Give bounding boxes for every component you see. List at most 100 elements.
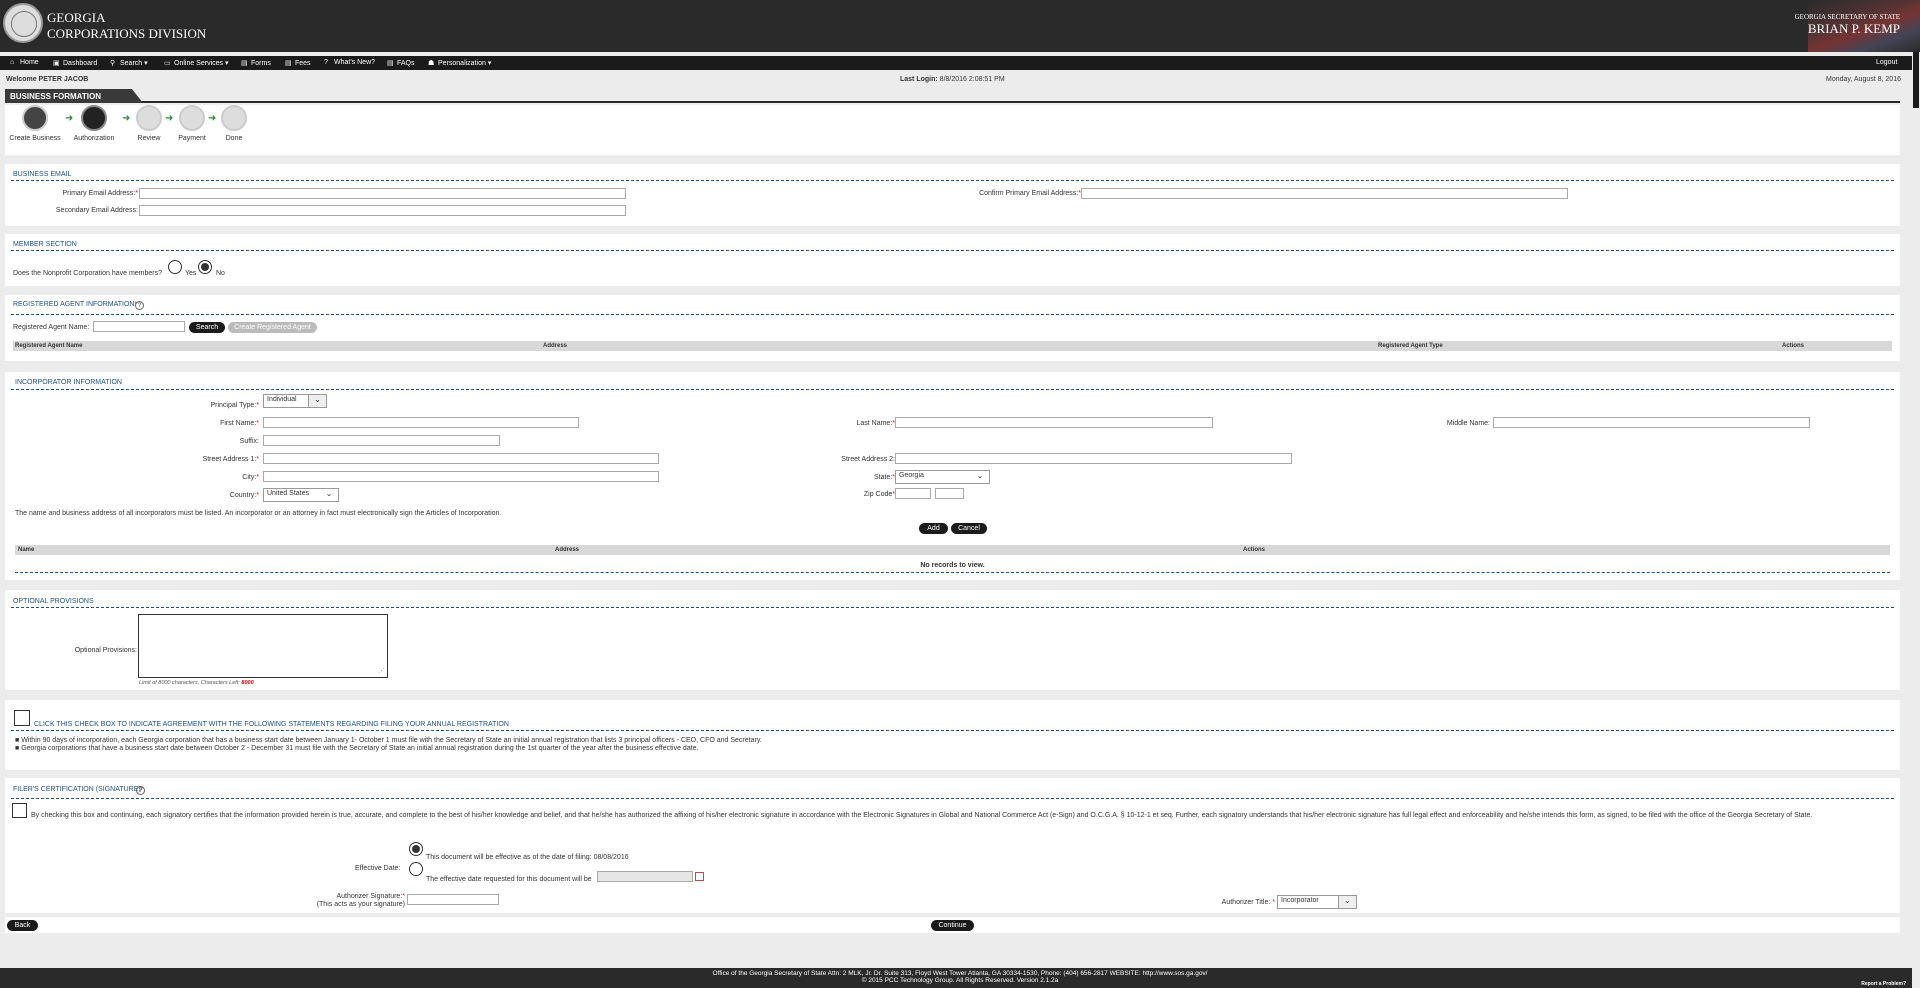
resize-handle-icon[interactable]: ⋰ <box>378 667 385 675</box>
logout-link[interactable]: Logout <box>1876 59 1897 66</box>
incorporator-note: The name and business address of all inc… <box>15 510 502 517</box>
site-footer: Office of the Georgia Secretary of State… <box>0 968 1920 988</box>
document-icon: ▤ <box>285 60 292 67</box>
agent-name-input[interactable] <box>93 321 185 332</box>
col-agent-type: Registered Agent Type <box>1378 343 1443 349</box>
page-scrollbar[interactable] <box>1912 52 1920 988</box>
continue-button[interactable]: Continue <box>931 920 974 931</box>
nav-faqs[interactable]: ▤ FAQs <box>387 59 415 67</box>
wizard-step-authorization: Authorization <box>64 105 124 142</box>
col-actions: Actions <box>1782 343 1805 349</box>
annual-bullet-2: ■ Georgia corporations that have a busin… <box>15 745 699 752</box>
header-title-line1: GEORGIA <box>47 10 106 25</box>
last-name-label: Last Name:* <box>856 420 895 427</box>
last-name-input[interactable] <box>895 417 1213 428</box>
action-bar: Back Continue <box>5 917 1900 933</box>
agent-name-label: Registered Agent Name: <box>13 324 90 331</box>
last-login: Last Login: 8/8/2016 2:08:51 PM <box>900 76 1005 83</box>
filer-certification-checkbox[interactable] <box>12 803 27 818</box>
primary-email-label: Primary Email Address:* <box>62 190 138 197</box>
effective-date-label: Effective Date: <box>355 865 401 872</box>
chevron-down-icon: ⌄ <box>320 489 338 501</box>
incorporator-panel: INCORPORATOR INFORMATION Principal Type:… <box>5 372 1900 580</box>
scrollbar-thumb[interactable] <box>1913 52 1919 108</box>
zip-ext-input[interactable] <box>935 488 964 499</box>
payment-icon <box>179 105 205 131</box>
state-select[interactable]: Georgia ⌄ <box>895 470 990 484</box>
street2-label: Street Address 2: <box>841 456 895 463</box>
optional-provisions-panel: OPTIONAL PROVISIONS Optional Provisions:… <box>5 590 1900 690</box>
char-limit-text: Limit of 8000 characters, Characters Lef… <box>139 680 254 686</box>
nav-home[interactable]: ⌂ Home <box>10 59 39 66</box>
effective-filing-date-radio[interactable] <box>409 842 423 856</box>
search-icon: ⚲ <box>110 60 116 67</box>
agent-search-button[interactable]: Search <box>189 322 225 333</box>
col-address: Address <box>543 343 568 349</box>
authorizer-signature-input[interactable] <box>407 894 499 905</box>
country-label: Country:* <box>229 492 259 499</box>
effective-option-1: This document will be effective as of th… <box>426 854 629 861</box>
question-icon: ? <box>324 59 328 66</box>
footer-address: Office of the Georgia Secretary of State… <box>712 970 1208 977</box>
secondary-email-input[interactable] <box>139 205 626 216</box>
user-icon: ☗ <box>428 60 435 67</box>
create-agent-button[interactable]: Create Registered Agent <box>228 322 317 333</box>
section-title: REGISTERED AGENT INFORMATION* <box>13 301 138 308</box>
suffix-input[interactable] <box>263 435 500 446</box>
nav-fees[interactable]: ▤ Fees <box>285 59 311 67</box>
sos-label: GEORGIA SECRETARY OF STATE <box>1794 13 1900 21</box>
nav-whats-new[interactable]: ? What's New? <box>324 59 375 66</box>
seal-icon <box>81 105 107 131</box>
back-button[interactable]: Back <box>7 920 38 931</box>
help-icon[interactable]: ? <box>135 301 144 310</box>
report-problem-link[interactable]: Report a Problem? <box>1861 981 1906 987</box>
section-title: MEMBER SECTION <box>13 241 77 248</box>
street1-input[interactable] <box>263 453 659 464</box>
effective-date-input[interactable] <box>597 871 693 882</box>
nav-dashboard[interactable]: ▣ Dashboard <box>53 59 97 67</box>
zip-input[interactable] <box>895 488 931 499</box>
dashboard-icon: ▣ <box>53 60 60 67</box>
authorizer-title-select[interactable]: Incorporator ⌄ <box>1277 895 1357 909</box>
confirm-email-input[interactable] <box>1081 188 1568 199</box>
document-icon: ▤ <box>241 60 248 67</box>
nav-search[interactable]: ⚲ Search ▾ <box>110 59 148 67</box>
middle-name-input[interactable] <box>1493 417 1810 428</box>
header-title-line2: CORPORATIONS DIVISION <box>47 26 207 41</box>
section-title: OPTIONAL PROVISIONS <box>13 598 94 605</box>
zip-label: Zip Code* <box>863 491 895 498</box>
members-yes-radio[interactable] <box>168 260 182 274</box>
annual-agreement-checkbox[interactable] <box>14 710 30 726</box>
city-input[interactable] <box>263 471 659 482</box>
annual-registration-panel: CLICK THIS CHECK BOX TO INDICATE AGREEME… <box>5 700 1900 770</box>
nav-forms[interactable]: ▤ Forms <box>241 59 271 67</box>
city-label: City:* <box>242 474 259 481</box>
optional-provisions-textarea[interactable]: ⋰ <box>138 614 388 678</box>
member-section-panel: MEMBER SECTION Does the Nonprofit Corpor… <box>5 234 1900 286</box>
authorizer-title-label: Authorizer Title: * <box>1221 899 1275 906</box>
street2-input[interactable] <box>895 453 1292 464</box>
empty-records-text: No records to view. <box>920 562 985 569</box>
secondary-email-label: Secondary Email Address: <box>55 207 138 214</box>
business-formation-tab: BUSINESS FORMATION <box>5 89 143 103</box>
primary-email-input[interactable] <box>139 188 626 199</box>
calendar-icon[interactable] <box>695 872 704 881</box>
col-actions: Actions <box>1243 547 1266 553</box>
welcome-text: Welcome PETER JACOB <box>6 76 89 83</box>
members-no-radio[interactable] <box>198 260 212 274</box>
col-name: Name <box>18 547 35 553</box>
effective-requested-date-radio[interactable] <box>409 862 423 876</box>
registered-agent-panel: REGISTERED AGENT INFORMATION* ? Register… <box>5 295 1900 361</box>
state-label: State:* <box>873 474 895 481</box>
country-select[interactable]: United States ⌄ <box>263 488 339 502</box>
nav-personalization[interactable]: ☗ Personalization ▾ <box>428 59 491 67</box>
cancel-incorporator-button[interactable]: Cancel <box>951 523 987 534</box>
nav-online-services[interactable]: ▭ Online Services ▾ <box>164 59 229 67</box>
section-title: CLICK THIS CHECK BOX TO INDICATE AGREEME… <box>34 721 509 728</box>
principal-type-select[interactable]: Individual ⌄ <box>263 394 327 408</box>
help-icon[interactable]: ? <box>136 786 145 795</box>
members-question: Does the Nonprofit Corporation have memb… <box>13 270 163 277</box>
first-name-input[interactable] <box>263 417 579 428</box>
wizard-step-done: Done <box>204 105 264 142</box>
add-incorporator-button[interactable]: Add <box>919 523 948 534</box>
